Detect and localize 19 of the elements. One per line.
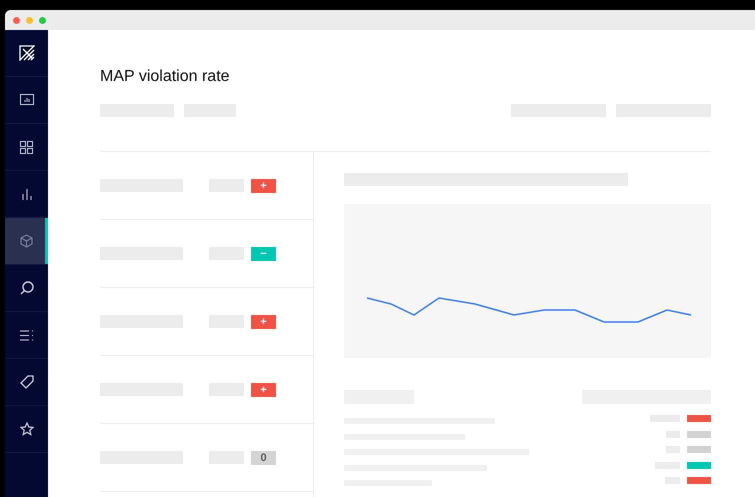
bar-chart-icon — [22, 188, 32, 200]
chart-icon — [20, 94, 34, 106]
logo-icon — [18, 45, 34, 61]
tag-icon — [20, 375, 34, 389]
change-badge: 0 — [251, 450, 276, 464]
close-icon[interactable] — [13, 16, 20, 24]
search-icon — [20, 281, 34, 295]
change-badge: + — [251, 314, 276, 328]
page-title: MAP violation rate — [100, 68, 231, 87]
grid-icon — [20, 140, 33, 154]
cube-icon — [20, 234, 33, 248]
list-icon — [20, 330, 34, 340]
maximize-icon[interactable] — [39, 16, 46, 24]
star-icon — [20, 422, 34, 436]
change-badge: + — [251, 382, 276, 396]
sidebar-item[interactable] — [5, 218, 48, 265]
change-badge: + — [251, 178, 276, 192]
minimize-icon[interactable] — [26, 16, 33, 24]
change-badge: − — [251, 246, 276, 260]
